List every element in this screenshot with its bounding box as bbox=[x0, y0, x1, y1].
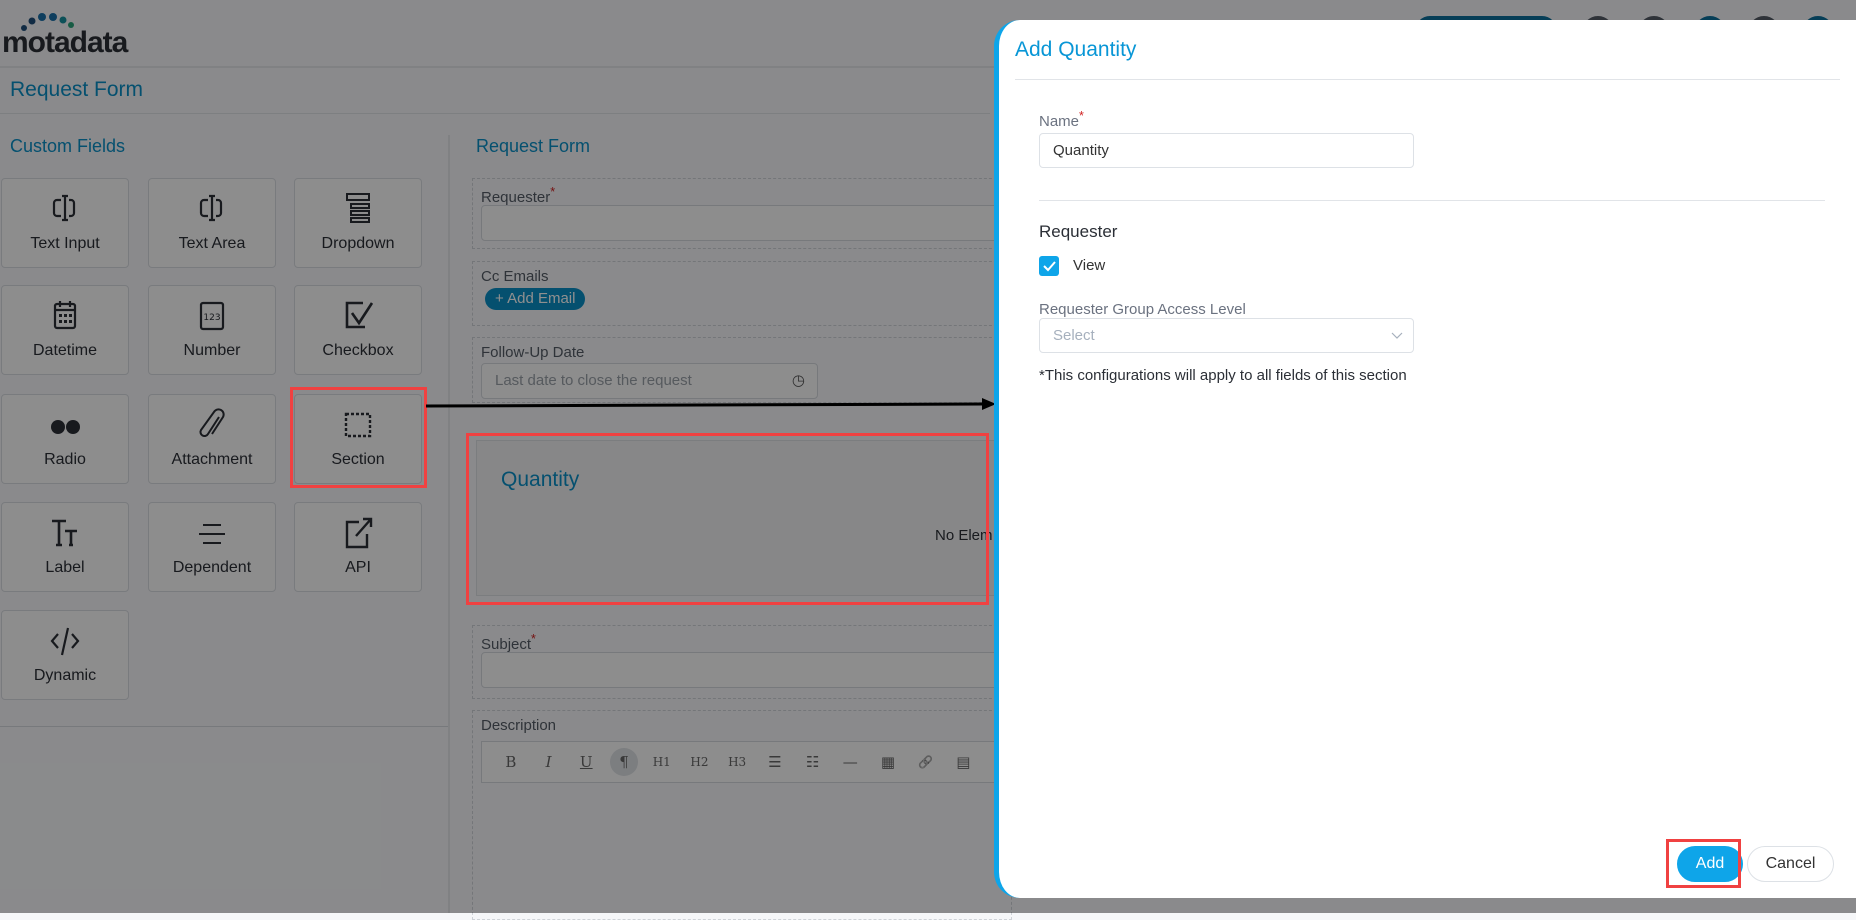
requester-heading: Requester bbox=[1039, 222, 1118, 241]
name-input[interactable]: Quantity bbox=[1039, 133, 1414, 168]
select-placeholder: Select bbox=[1053, 327, 1095, 344]
annotation-highlight bbox=[1666, 839, 1741, 888]
divider bbox=[1039, 200, 1825, 201]
section-note: *This configurations will apply to all f… bbox=[1039, 367, 1407, 384]
checkmark-icon bbox=[1043, 261, 1056, 272]
cancel-button[interactable]: Cancel bbox=[1747, 846, 1834, 882]
view-label: View bbox=[1073, 257, 1106, 274]
name-label: Name bbox=[1039, 113, 1080, 130]
dialog-title: Add Quantity bbox=[1015, 38, 1137, 61]
annotation-arrow-icon bbox=[426, 398, 996, 410]
annotation-highlight bbox=[290, 387, 427, 488]
add-quantity-dialog: Add Quantity Name* Quantity Requester Vi… bbox=[994, 20, 1856, 898]
access-level-select[interactable]: Select bbox=[1039, 318, 1414, 353]
divider bbox=[1015, 79, 1840, 80]
chevron-down-icon bbox=[1391, 332, 1403, 339]
access-level-label: Requester Group Access Level bbox=[1039, 301, 1246, 318]
view-checkbox[interactable] bbox=[1039, 256, 1059, 276]
annotation-highlight bbox=[466, 433, 989, 605]
